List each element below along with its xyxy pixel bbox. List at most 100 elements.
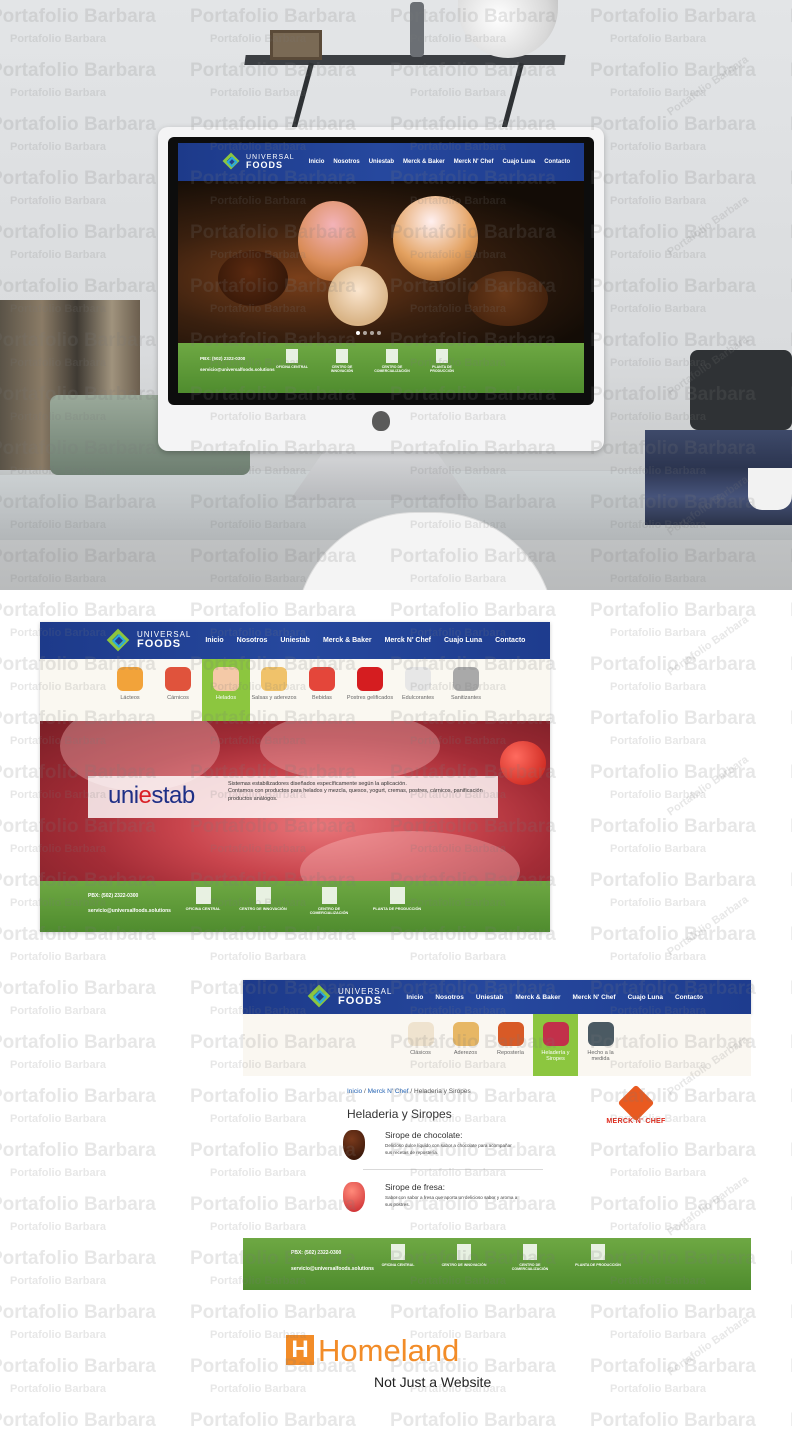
nav-cuajo-luna[interactable]: Cuajo Luna [444, 637, 482, 644]
nav-contacto[interactable]: Contacto [495, 637, 525, 644]
nav-inicio[interactable]: Inicio [309, 159, 325, 165]
site-footer: PBX: (502) 2322-0300 servicio@universalf… [243, 1238, 751, 1290]
nav-inicio[interactable]: Inicio [406, 994, 423, 1001]
watermark-text: Portafolio Barbara [665, 893, 751, 959]
main-nav: Inicio Nosotros Uniestab Merck & Baker M… [309, 159, 571, 165]
footer-innovacion[interactable]: Centro de Innovación [439, 1244, 489, 1267]
watermark-text: Portafolio Barbara [665, 1313, 751, 1379]
breadcrumb-home[interactable]: Inicio [347, 1088, 362, 1095]
nav-nosotros[interactable]: Nosotros [435, 994, 464, 1001]
nav-contacto[interactable]: Contacto [675, 994, 703, 1001]
slider-dots[interactable] [356, 331, 381, 335]
product-description: Sabor con sabor a fresa que aporta un de… [385, 1195, 518, 1207]
nav-nosotros[interactable]: Nosotros [333, 159, 359, 165]
nav-merck-chef[interactable]: Merck N' Chef [573, 994, 616, 1001]
nav-contacto[interactable]: Contacto [544, 159, 570, 165]
watermark-text: Portafolio Barbara [590, 708, 756, 729]
coffee-cup [748, 468, 792, 510]
equipment-icon [453, 667, 479, 691]
footer-email[interactable]: servicio@universalfoods.solutions [200, 367, 275, 372]
category-helados[interactable]: Helados [202, 659, 250, 721]
category-carnicos[interactable]: Cárnicos [154, 659, 202, 721]
category-clasicos[interactable]: Clásicos [398, 1014, 443, 1076]
footer-planta[interactable]: Planta de Producción [573, 1244, 623, 1267]
footer-phone: PBX: (502) 2322-0300 [291, 1250, 342, 1256]
footer-comercializacion[interactable]: Centro de Comercialización [505, 1244, 555, 1271]
universal-foods-logo[interactable]: UNIVERSAL FOODS [222, 152, 295, 172]
watermark-text: Portafolio Barbara [10, 1167, 106, 1179]
category-heladeria[interactable]: Heladería y Siropes [533, 1014, 578, 1076]
footer-oficina[interactable]: Oficina Central [274, 349, 310, 369]
watermark-text: Portafolio Barbara [590, 1302, 756, 1323]
nav-merck-chef[interactable]: Merck N' Chef [454, 159, 494, 165]
footer-oficina[interactable]: Oficina Central [178, 887, 228, 911]
category-reposteria[interactable]: Repostería [488, 1014, 533, 1076]
footer-phone: PBX: (502) 2322-0300 [88, 893, 139, 899]
universal-foods-logo[interactable]: UNIVERSAL FOODS [106, 628, 191, 654]
white-vase [458, 0, 558, 58]
category-sanitizantes[interactable]: Sanitizantes [442, 659, 490, 721]
watermark-text: Portafolio Barbara [410, 951, 506, 963]
category-hecho-a-la-medida[interactable]: Hecho a la medida [578, 1014, 623, 1076]
person-icon [336, 349, 348, 363]
picture-frame [270, 30, 322, 60]
divider [363, 1169, 543, 1170]
footer-comercializacion[interactable]: Centro de Comercialización [304, 887, 354, 916]
nav-cuajo-luna[interactable]: Cuajo Luna [503, 159, 536, 165]
category-edulcorantes[interactable]: Edulcorantes [394, 659, 442, 721]
category-bebidas[interactable]: Bebidas [298, 659, 346, 721]
watermark-text: Portafolio Barbara [610, 1329, 706, 1341]
homeland-tagline: Not Just a Website [374, 1374, 492, 1390]
logo-icon [307, 984, 333, 1010]
category-postres[interactable]: Postres gelificados [346, 659, 394, 721]
footer-innovacion[interactable]: Centro de Innovación [324, 349, 360, 373]
nav-inicio[interactable]: Inicio [205, 637, 223, 644]
pastry-image [393, 196, 478, 281]
nav-merck-baker[interactable]: Merck & Baker [323, 637, 372, 644]
nav-nosotros[interactable]: Nosotros [237, 637, 268, 644]
footer-planta[interactable]: Planta de Producción [424, 349, 460, 373]
cupcake-icon [497, 1022, 524, 1046]
person-icon [457, 1244, 471, 1260]
watermark-text: Portafolio Barbara [0, 1410, 156, 1430]
footer-oficina[interactable]: Oficina Central [373, 1244, 423, 1267]
hero-slider-pastries [178, 181, 584, 343]
brand-description-2: Contamos con productos para helados y me… [228, 788, 483, 802]
watermark-text: Portafolio Barbara [190, 1302, 356, 1323]
footer-comercializacion[interactable]: Centro de Comercialización [374, 349, 410, 373]
watermark-text: Portafolio Barbara [0, 1302, 156, 1323]
nav-merck-baker[interactable]: Merck & Baker [403, 159, 445, 165]
product-title: Sirope de chocolate: [385, 1130, 463, 1140]
ice-cream-icon [213, 667, 239, 691]
pastry-image [468, 271, 548, 326]
watermark-text: Portafolio Barbara [665, 613, 751, 679]
merck-n-chef-logo: MERCK N' CHEF [591, 1084, 681, 1125]
universal-foods-logo[interactable]: UNIVERSAL FOODS [307, 984, 392, 1010]
watermark-text: Portafolio Barbara [0, 1194, 156, 1215]
site-footer: PBX: (502) 2322-0300 servicio@universalf… [178, 343, 584, 393]
ice-cream-icon [542, 1022, 569, 1046]
footer-innovacion[interactable]: Centro de Innovación [238, 887, 288, 911]
category-lacteos[interactable]: Lácteos [106, 659, 154, 721]
nav-cuajo-luna[interactable]: Cuajo Luna [628, 994, 663, 1001]
nav-uniestab[interactable]: Uniestab [280, 637, 310, 644]
watermark-text: Portafolio Barbara [590, 654, 756, 675]
nav-merck-chef[interactable]: Merck N' Chef [385, 637, 431, 644]
breadcrumb-brand[interactable]: Merck N' Chef [368, 1088, 409, 1095]
nav-merck-baker[interactable]: Merck & Baker [515, 994, 560, 1001]
nav-uniestab[interactable]: Uniestab [476, 994, 503, 1001]
category-aderezos[interactable]: Aderezos [443, 1014, 488, 1076]
heladeria-page-screenshot: UNIVERSAL FOODS Inicio Nosotros Uniestab… [243, 980, 751, 1290]
breadcrumb-current: Heladeria y Siropes [414, 1088, 471, 1095]
shelf-bracket [501, 62, 524, 132]
footer-email[interactable]: servicio@universalfoods.solutions [88, 908, 171, 914]
category-salsas[interactable]: Salsas y aderezos [250, 659, 298, 721]
watermark-text: Portafolio Barbara [610, 1383, 706, 1395]
watermark-text: Portafolio Barbara [10, 1221, 106, 1233]
nav-uniestab[interactable]: Uniestab [369, 159, 394, 165]
handshake-icon [386, 349, 398, 363]
imac-stand [290, 448, 470, 500]
footer-email[interactable]: servicio@universalfoods.solutions [291, 1266, 374, 1272]
watermark-text: Portafolio Barbara [0, 600, 156, 621]
footer-planta[interactable]: Planta de Producción [372, 887, 422, 911]
